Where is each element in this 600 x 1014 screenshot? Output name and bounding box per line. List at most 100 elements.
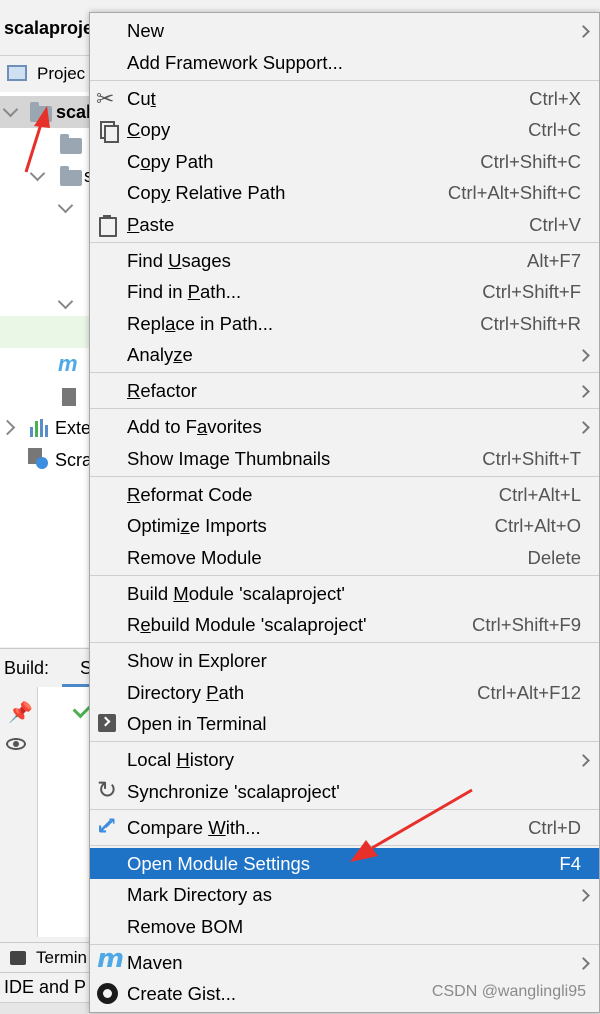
folder-icon: [60, 134, 82, 154]
menu-item-compare-with[interactable]: Compare With... Ctrl+D: [90, 809, 599, 843]
menu-item-find-in-path[interactable]: Find in Path... Ctrl+Shift+F: [90, 276, 599, 307]
tree-row-highlighted[interactable]: [0, 316, 90, 348]
status-bar: IDE and P: [0, 972, 90, 1002]
menu-separator: [90, 372, 599, 373]
menu-item-label: Reformat Code: [127, 484, 253, 505]
menu-item-maven[interactable]: Maven: [90, 944, 599, 978]
menu-item-label: Rebuild Module 'scalaproject': [127, 614, 367, 635]
menu-item-mark-directory-as[interactable]: Mark Directory as: [90, 879, 599, 910]
menu-separator: [90, 408, 599, 409]
menu-item-analyze[interactable]: Analyze: [90, 339, 599, 370]
menu-item-label: Compare With...: [127, 817, 261, 838]
menu-item-optimize-imports[interactable]: Optimize Imports Ctrl+Alt+O: [90, 510, 599, 541]
tree-row[interactable]: s: [0, 160, 90, 192]
tree-row-scratches[interactable]: Scra: [0, 444, 90, 476]
menu-item-label: New: [127, 20, 165, 41]
tree-row[interactable]: m: [0, 350, 90, 382]
menu-item-label: Open in Terminal: [127, 713, 267, 734]
menu-item-shortcut: Ctrl+Alt+F12: [477, 682, 581, 703]
menu-item-local-history[interactable]: Local History: [90, 744, 599, 775]
project-panel-header[interactable]: Projec: [0, 57, 90, 91]
menu-item-show-in-explorer[interactable]: Show in Explorer: [90, 645, 599, 676]
menu-item-show-image-thumbnails[interactable]: Show Image Thumbnails Ctrl+Shift+T: [90, 443, 599, 474]
menu-item-rebuild-module[interactable]: Rebuild Module 'scalaproject' Ctrl+Shift…: [90, 609, 599, 640]
menu-separator: [90, 809, 599, 810]
tree-row-external-libraries[interactable]: Exte: [0, 412, 90, 444]
chevron-down-icon[interactable]: [29, 165, 46, 182]
menu-item-shortcut: Delete: [527, 547, 581, 568]
build-label: Build:: [4, 658, 50, 678]
chevron-down-icon[interactable]: [57, 293, 74, 310]
menu-item-open-in-terminal[interactable]: Open in Terminal: [90, 708, 599, 739]
menu-item-label: Create Gist...: [127, 983, 236, 1004]
chevron-down-icon[interactable]: [57, 197, 74, 214]
maven-file-icon: m: [58, 351, 78, 376]
menu-item-open-module-settings[interactable]: Open Module Settings F4: [90, 848, 599, 879]
menu-item-copy-relative-path[interactable]: Copy Relative Path Ctrl+Alt+Shift+C: [90, 177, 599, 208]
menu-item-add-to-favorites[interactable]: Add to Favorites: [90, 411, 599, 442]
menu-item-copy-path[interactable]: Copy Path Ctrl+Shift+C: [90, 146, 599, 177]
tree-row-root[interactable]: scal: [0, 96, 90, 128]
pin-icon[interactable]: 📌: [8, 700, 33, 725]
copy-icon: [96, 119, 119, 143]
project-icon: [7, 65, 27, 81]
tree-row[interactable]: [0, 382, 90, 414]
menu-item-find-usages[interactable]: Find Usages Alt+F7: [90, 245, 599, 276]
menu-separator: [90, 845, 599, 846]
menu-separator: [90, 642, 599, 643]
menu-item-shortcut: Ctrl+Shift+F: [482, 281, 581, 302]
menu-item-shortcut: F4: [559, 853, 581, 874]
submenu-arrow-icon: [577, 385, 590, 398]
menu-item-shortcut: Ctrl+Alt+Shift+C: [447, 182, 581, 203]
terminal-icon: [98, 714, 116, 732]
menu-item-refactor[interactable]: Refactor: [90, 375, 599, 406]
folder-icon: [30, 102, 52, 122]
tree-row[interactable]: [0, 192, 90, 224]
terminal-icon: [10, 951, 26, 965]
tree-row[interactable]: [0, 128, 90, 160]
menu-item-new[interactable]: New: [90, 15, 599, 46]
menu-item-label: Copy Path: [127, 151, 214, 172]
menu-item-cut[interactable]: Cut Ctrl+X: [90, 83, 599, 114]
context-menu: New Add Framework Support... Cut Ctrl+X …: [89, 12, 600, 1013]
menu-item-label: Analyze: [127, 344, 193, 365]
menu-item-label: Add Framework Support...: [127, 52, 343, 73]
scissors-icon: [96, 83, 118, 114]
watermark: CSDN @wanglingli95: [431, 983, 586, 1000]
menu-item-synchronize[interactable]: Synchronize 'scalaproject': [90, 775, 599, 807]
menu-item-replace-in-path[interactable]: Replace in Path... Ctrl+Shift+R: [90, 308, 599, 339]
window-title: scalaproje: [0, 0, 90, 56]
menu-item-directory-path[interactable]: Directory Path Ctrl+Alt+F12: [90, 677, 599, 708]
menu-item-label: Local History: [127, 749, 234, 770]
menu-item-label: Remove BOM: [127, 916, 244, 937]
menu-item-label: Synchronize 'scalaproject': [127, 781, 340, 802]
menu-item-reformat-code[interactable]: Reformat Code Ctrl+Alt+L: [90, 479, 599, 510]
menu-item-label: Refactor: [127, 380, 197, 401]
chevron-right-icon[interactable]: [0, 419, 16, 436]
menu-separator: [90, 944, 599, 945]
paste-icon: [96, 214, 118, 237]
menu-item-label: Paste: [127, 214, 175, 235]
chevron-down-icon[interactable]: [2, 101, 19, 118]
file-icon: [62, 388, 76, 406]
terminal-tab[interactable]: Termin: [0, 942, 90, 973]
folder-icon: [60, 166, 82, 186]
menu-item-copy[interactable]: Copy Ctrl+C: [90, 114, 599, 145]
menu-item-build-module[interactable]: Build Module 'scalaproject': [90, 578, 599, 609]
synchronize-icon: [96, 775, 118, 806]
build-tab[interactable]: S: [62, 649, 90, 687]
compare-icon: [96, 809, 118, 842]
menu-item-label: Show Image Thumbnails: [127, 448, 331, 469]
menu-separator: [90, 476, 599, 477]
menu-item-shortcut: Ctrl+Shift+F9: [472, 614, 581, 635]
menu-item-remove-module[interactable]: Remove Module Delete: [90, 542, 599, 573]
menu-item-shortcut: Ctrl+X: [529, 88, 581, 109]
menu-separator: [90, 741, 599, 742]
menu-item-paste[interactable]: Paste Ctrl+V: [90, 209, 599, 240]
eye-icon[interactable]: [6, 738, 26, 750]
menu-item-remove-bom[interactable]: Remove BOM: [90, 911, 599, 942]
menu-separator: [90, 242, 599, 243]
menu-item-add-framework-support[interactable]: Add Framework Support...: [90, 47, 599, 78]
submenu-arrow-icon: [577, 754, 590, 767]
menu-item-label: Open Module Settings: [127, 853, 311, 874]
